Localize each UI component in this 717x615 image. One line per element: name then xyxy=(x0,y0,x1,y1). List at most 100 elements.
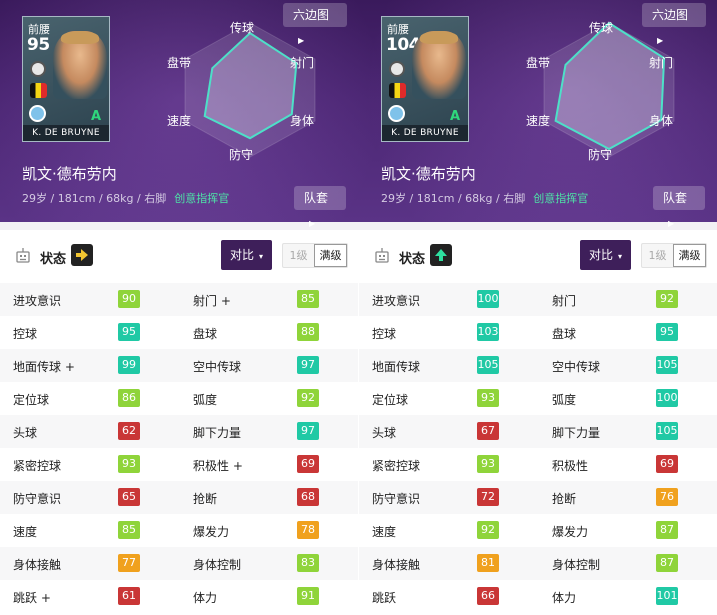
status-label: 状态 xyxy=(40,252,67,267)
stat-row: 速度 85 爆发力 78 xyxy=(0,514,358,547)
belgium-flag-icon xyxy=(30,83,47,98)
stat-value: 78 xyxy=(297,521,319,539)
stat-value: 68 xyxy=(297,488,319,506)
stat-value: 69 xyxy=(297,455,319,473)
chevron-right-icon: ▶ xyxy=(668,219,675,228)
card-name-plate: K. DE BRUYNE xyxy=(23,125,109,141)
card-grade: A xyxy=(449,109,461,124)
stat-row: 控球 103 盘球 95 xyxy=(359,316,717,349)
stat-value: 93 xyxy=(477,389,499,407)
radar-label-dribbling: 盘带 xyxy=(526,56,551,70)
stat-row: 身体接触 77 身体控制 83 xyxy=(0,547,358,580)
robot-icon xyxy=(16,248,30,263)
stat-value: 97 xyxy=(297,422,319,440)
compare-button[interactable]: 对比 ▾ xyxy=(221,240,272,270)
stat-label: 进攻意识 xyxy=(372,294,421,308)
team-kit-button[interactable]: 队套 ▶ xyxy=(294,186,346,228)
stat-value: 105 xyxy=(656,422,678,440)
belgium-flag-icon xyxy=(389,83,406,98)
stat-value: 105 xyxy=(477,356,499,374)
stat-label: 脚下力量 xyxy=(193,426,242,440)
robot-icon xyxy=(375,248,389,263)
stat-row: 头球 62 脚下力量 97 xyxy=(0,415,358,448)
stat-value: 62 xyxy=(118,422,140,440)
team-kit-label: 队套 xyxy=(304,191,329,205)
stat-label: 射门 xyxy=(552,294,577,308)
radar-label-speed: 速度 xyxy=(526,114,551,128)
stats-table: 进攻意识 100 射门 92 控球 103 盘球 95 地面传球 105 空中传球 105 定位球 93 弧… xyxy=(359,283,717,613)
playstyle-badge-icon xyxy=(30,61,46,77)
stat-value: 95 xyxy=(656,323,678,341)
stat-value: 93 xyxy=(118,455,140,473)
stat-label: 控球 xyxy=(372,327,397,341)
condition-arrow-icon xyxy=(71,244,93,266)
stat-value: 85 xyxy=(118,521,140,539)
status-label: 状态 xyxy=(399,252,426,267)
radar-label-physical: 身体 xyxy=(290,114,315,128)
status-bar: 状态 对比 ▾ 1级 满级 xyxy=(0,238,358,274)
stat-row: 地面传球 + 99 空中传球 97 xyxy=(0,349,358,382)
compare-label: 对比 xyxy=(588,248,613,262)
team-kit-label: 队套 xyxy=(663,191,688,205)
arrow-right-icon xyxy=(76,249,88,261)
radar-label-passing: 传球 xyxy=(230,21,255,35)
stat-row: 进攻意识 90 射门 + 85 xyxy=(0,283,358,316)
stat-label: 积极性 + xyxy=(193,459,243,473)
stat-row: 身体接触 81 身体控制 87 xyxy=(359,547,717,580)
stat-label: 空中传球 xyxy=(552,360,601,374)
stat-row: 防守意识 72 抢断 76 xyxy=(359,481,717,514)
stat-row: 跳跃 66 体力 101 xyxy=(359,580,717,613)
stat-row: 头球 67 脚下力量 105 xyxy=(359,415,717,448)
arrow-up-icon xyxy=(435,249,447,261)
level-toggle: 1级 满级 xyxy=(282,243,348,268)
stat-value: 101 xyxy=(656,587,678,605)
stat-value: 87 xyxy=(656,554,678,572)
max-level-option[interactable]: 满级 xyxy=(314,244,347,267)
stat-row: 定位球 86 弧度 92 xyxy=(0,382,358,415)
stat-label: 头球 xyxy=(13,426,38,440)
player-bio: 29岁 / 181cm / 68kg / 右脚 xyxy=(381,192,526,205)
stat-label: 弧度 xyxy=(193,393,218,407)
player-info: 29岁 / 181cm / 68kg / 右脚 创意指挥官 xyxy=(22,190,229,206)
max-level-option[interactable]: 满级 xyxy=(673,244,706,267)
level-1-option[interactable]: 1级 xyxy=(642,244,673,267)
stat-value: 76 xyxy=(656,488,678,506)
stat-label: 身体接触 xyxy=(13,558,62,572)
player-card[interactable]: 前腰 95 A K. DE BRUYNE xyxy=(22,16,110,142)
radar-label-shooting: 射门 xyxy=(649,56,674,70)
stat-row: 定位球 93 弧度 100 xyxy=(359,382,717,415)
compare-button[interactable]: 对比 ▾ xyxy=(580,240,631,270)
stat-value: 83 xyxy=(297,554,319,572)
player-bio: 29岁 / 181cm / 68kg / 右脚 xyxy=(22,192,167,205)
stat-label: 头球 xyxy=(372,426,397,440)
stat-value: 92 xyxy=(656,290,678,308)
stat-value: 100 xyxy=(656,389,678,407)
stat-row: 跳跃 + 61 体力 91 xyxy=(0,580,358,613)
radar-label-defending: 防守 xyxy=(229,148,254,162)
stat-label: 体力 xyxy=(552,591,577,605)
club-crest-icon xyxy=(388,105,405,122)
stat-value: 97 xyxy=(297,356,319,374)
team-kit-button[interactable]: 队套 ▶ xyxy=(653,186,705,228)
player-card[interactable]: 前腰 104 A K. DE BRUYNE xyxy=(381,16,469,142)
stat-value: 86 xyxy=(118,389,140,407)
stat-row: 防守意识 65 抢断 68 xyxy=(0,481,358,514)
stat-value: 105 xyxy=(656,356,678,374)
card-grade: A xyxy=(90,109,102,124)
player-role-link[interactable]: 创意指挥官 xyxy=(533,192,588,205)
stat-label: 控球 xyxy=(13,327,38,341)
condition-arrow-icon xyxy=(430,244,452,266)
player-name: 凯文·德布劳内 xyxy=(22,165,117,183)
stat-value: 103 xyxy=(477,323,499,341)
radar-label-physical: 身体 xyxy=(649,114,674,128)
player-portrait-hair xyxy=(61,31,99,44)
level-1-option[interactable]: 1级 xyxy=(283,244,314,267)
radar-label-shooting: 射门 xyxy=(290,56,315,70)
player-role-link[interactable]: 创意指挥官 xyxy=(174,192,229,205)
stat-label: 抢断 xyxy=(193,492,218,506)
stat-row: 地面传球 105 空中传球 105 xyxy=(359,349,717,382)
stat-value: 87 xyxy=(656,521,678,539)
chevron-down-icon: ▾ xyxy=(618,252,623,261)
stat-value: 61 xyxy=(118,587,140,605)
chevron-down-icon: ▾ xyxy=(259,252,264,261)
